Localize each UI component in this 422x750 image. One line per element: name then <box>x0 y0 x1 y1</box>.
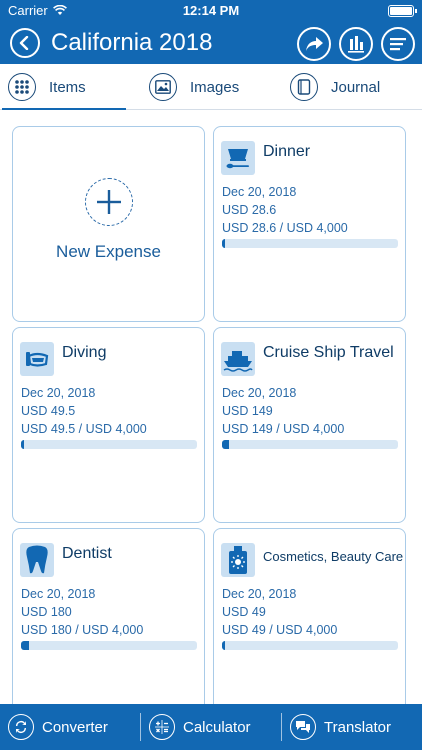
list-menu-icon <box>390 38 406 51</box>
statistics-button[interactable] <box>339 27 373 61</box>
tab-items-label: Items <box>49 78 86 96</box>
expense-grid: New Expense Dinner Dec 20, 2018 USD 28.6… <box>0 110 422 704</box>
expense-budget: USD 49 / USD 4,000 <box>222 623 338 637</box>
bottom-toolbar: Converter Calculator Translator <box>0 704 422 750</box>
calculator-icon <box>149 714 175 740</box>
calculator-label: Calculator <box>183 718 251 736</box>
budget-progress-bar <box>222 641 398 650</box>
back-button[interactable] <box>10 28 40 58</box>
toolbar-divider <box>281 713 282 741</box>
page-title: California 2018 <box>51 29 213 56</box>
tab-journal-label: Journal <box>331 78 381 96</box>
plus-icon <box>84 178 133 226</box>
translator-icon <box>290 714 316 740</box>
battery-icon <box>388 5 417 17</box>
expense-date: Dec 20, 2018 <box>21 386 96 400</box>
grid-icon <box>8 73 36 101</box>
expense-budget: USD 28.6 / USD 4,000 <box>222 221 348 235</box>
converter-icon <box>8 714 34 740</box>
toolbar-divider <box>140 713 141 741</box>
expense-budget: USD 180 / USD 4,000 <box>21 623 144 637</box>
budget-progress-bar <box>222 239 398 248</box>
tab-images[interactable]: Images <box>149 64 239 110</box>
share-button[interactable] <box>297 27 331 61</box>
expense-name: Cruise Ship Travel <box>263 344 394 361</box>
expense-name: Diving <box>62 344 107 361</box>
status-bar: Carrier 12:14 PM <box>0 0 422 22</box>
budget-progress-bar <box>21 440 197 449</box>
expense-card-dentist[interactable]: Dentist Dec 20, 2018 USD 180 USD 180 / U… <box>12 528 205 704</box>
diving-mask-icon <box>20 342 54 376</box>
budget-progress-fill <box>21 440 24 449</box>
chevron-left-icon <box>19 36 29 50</box>
expense-card-cosmetics[interactable]: Cosmetics, Beauty Care Dec 20, 2018 USD … <box>213 528 406 704</box>
dinner-icon <box>221 141 255 175</box>
expense-amount: USD 49 <box>222 605 266 619</box>
expense-card-cruise[interactable]: Cruise Ship Travel Dec 20, 2018 USD 149 … <box>213 327 406 523</box>
image-icon <box>149 73 177 101</box>
expense-amount: USD 149 <box>222 404 273 418</box>
expense-budget: USD 49.5 / USD 4,000 <box>21 422 147 436</box>
expense-card-dinner[interactable]: Dinner Dec 20, 2018 USD 28.6 USD 28.6 / … <box>213 126 406 322</box>
tab-bar: Items Images Journal <box>0 64 422 111</box>
expense-name: Dentist <box>62 545 112 562</box>
tab-images-label: Images <box>190 78 240 96</box>
cosmetics-icon <box>221 543 255 577</box>
translator-button[interactable]: Translator <box>290 704 391 750</box>
expense-amount: USD 180 <box>21 605 72 619</box>
journal-icon <box>290 73 318 101</box>
budget-progress-fill <box>222 440 229 449</box>
expense-amount: USD 28.6 <box>222 203 277 217</box>
budget-progress-fill <box>222 641 225 650</box>
converter-button[interactable]: Converter <box>8 704 108 750</box>
status-time: 12:14 PM <box>182 3 240 18</box>
cruise-ship-icon <box>221 342 255 376</box>
new-expense-card[interactable]: New Expense <box>12 126 205 322</box>
share-arrow-icon <box>306 37 323 51</box>
expense-budget: USD 149 / USD 4,000 <box>222 422 345 436</box>
expense-card-diving[interactable]: Diving Dec 20, 2018 USD 49.5 USD 49.5 / … <box>12 327 205 523</box>
calculator-button[interactable]: Calculator <box>149 704 251 750</box>
budget-progress-bar <box>21 641 197 650</box>
bar-chart-icon <box>348 36 364 53</box>
expense-date: Dec 20, 2018 <box>222 185 297 199</box>
expense-date: Dec 20, 2018 <box>222 587 297 601</box>
expense-date: Dec 20, 2018 <box>222 386 297 400</box>
budget-progress-fill <box>222 239 225 248</box>
expense-name: Dinner <box>263 143 311 160</box>
expense-name: Cosmetics, Beauty Care <box>263 549 404 564</box>
expense-amount: USD 49.5 <box>21 404 76 418</box>
budget-progress-fill <box>21 641 29 650</box>
new-expense-label: New Expense <box>56 242 161 261</box>
tab-journal[interactable]: Journal <box>290 64 380 110</box>
menu-button[interactable] <box>381 27 415 61</box>
budget-progress-bar <box>222 440 398 449</box>
converter-label: Converter <box>42 718 108 736</box>
tab-items[interactable]: Items <box>2 64 126 111</box>
expense-date: Dec 20, 2018 <box>21 587 96 601</box>
nav-bar: California 2018 <box>0 22 422 64</box>
translator-label: Translator <box>324 718 391 736</box>
tooth-icon <box>20 543 54 577</box>
